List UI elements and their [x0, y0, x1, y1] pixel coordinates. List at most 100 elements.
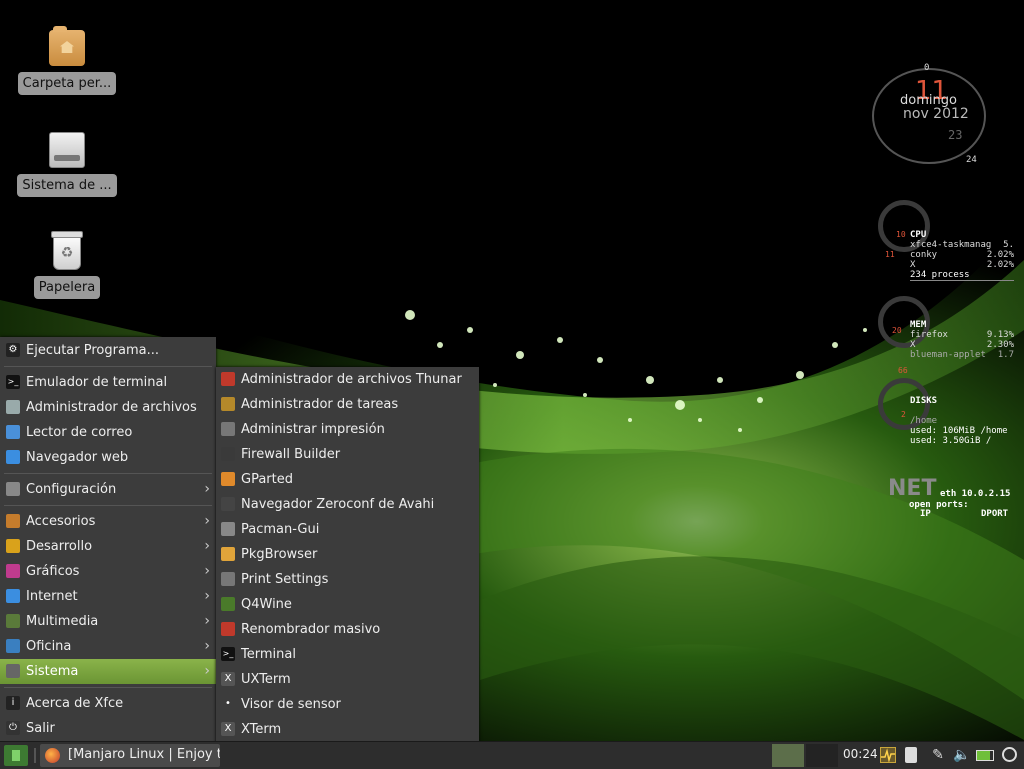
- menu-item-emulador-de-terminal[interactable]: >_ Emulador de terminal: [0, 370, 216, 395]
- menu-item-terminal[interactable]: >_ Terminal: [216, 642, 479, 667]
- net-col-dport: DPORT: [981, 509, 1009, 519]
- conky-clock: 0 11 domingo nov 2012 23 24: [870, 60, 990, 170]
- menu-item-oficina[interactable]: Oficina ›: [0, 634, 216, 659]
- menu-item-label: Configuración: [26, 482, 117, 497]
- menu-item-label: Administrar impresión: [241, 422, 385, 437]
- desktop-icon-filesystem[interactable]: Sistema de ...: [17, 132, 117, 201]
- menu-item-label: Gráficos: [26, 564, 80, 579]
- x-icon: X: [221, 722, 235, 736]
- menu-item-sistema[interactable]: Sistema ›: [0, 659, 216, 684]
- graphics-icon: [6, 564, 20, 578]
- multimedia-icon: [6, 614, 20, 628]
- panel-clock[interactable]: 00:24: [843, 747, 878, 761]
- menu-item-label: Administrador de tareas: [241, 397, 399, 412]
- menu-item-pkgbrowser[interactable]: PkgBrowser: [216, 542, 479, 567]
- chevron-right-icon: ›: [204, 663, 210, 679]
- menu-item-visor-de-sensor[interactable]: • Visor de sensor: [216, 692, 479, 717]
- menu-item-administrar-impresion[interactable]: Administrar impresión: [216, 417, 479, 442]
- menu-item-label: Navegador Zeroconf de Avahi: [241, 497, 435, 512]
- battery-icon[interactable]: [976, 750, 994, 761]
- menu-item-label: Emulador de terminal: [26, 375, 168, 390]
- clock-top-tick: 0: [924, 63, 930, 73]
- menu-item-label: GParted: [241, 472, 293, 487]
- menu-item-multimedia[interactable]: Multimedia ›: [0, 609, 216, 634]
- applications-menu-button[interactable]: [4, 745, 28, 766]
- workspace-1[interactable]: [772, 744, 804, 767]
- net-address: eth 10.0.2.15: [940, 489, 1011, 499]
- desktop-icon-home[interactable]: Carpeta per...: [17, 26, 117, 99]
- menu-item-pacman-gui[interactable]: Pacman-Gui: [216, 517, 479, 542]
- gparted-icon: [221, 472, 235, 486]
- print-settings-icon: [221, 572, 235, 586]
- menu-separator: [4, 473, 212, 474]
- menu-item-label: Multimedia: [26, 614, 99, 629]
- chevron-right-icon: ›: [204, 481, 210, 497]
- menu-item-label: Salir: [26, 721, 55, 736]
- menu-item-gparted[interactable]: GParted: [216, 467, 479, 492]
- conky-disks: 66 2 DISKS /home used: 106MiB /home used…: [876, 366, 1016, 450]
- avahi-icon: [221, 497, 235, 511]
- menu-item-administrador-de-archivos-thunar[interactable]: Administrador de archivos Thunar: [216, 367, 479, 392]
- cpu-ring-label: 10: [896, 230, 906, 239]
- terminal-icon: >_: [6, 375, 20, 389]
- menu-item-navegador-web[interactable]: Navegador web: [0, 445, 216, 470]
- workspace-2[interactable]: [806, 744, 838, 767]
- menu-item-label: Pacman-Gui: [241, 522, 320, 537]
- pacman-icon: [221, 522, 235, 536]
- development-icon: [6, 539, 20, 553]
- disks-row: /home: [910, 416, 938, 426]
- menu-item-q4wine[interactable]: Q4Wine: [216, 592, 479, 617]
- menu-item-ejecutar-programa[interactable]: ⚙ Ejecutar Programa...: [0, 338, 216, 363]
- chevron-right-icon: ›: [204, 513, 210, 529]
- office-icon: [6, 639, 20, 653]
- pkgbrowser-icon: [221, 547, 235, 561]
- sensor-icon: •: [221, 697, 235, 711]
- clock-month-year: nov 2012: [903, 106, 969, 122]
- menu-item-label: Accesorios: [26, 514, 96, 529]
- mem-process-row: X 2.30%: [910, 340, 1014, 350]
- task-manager-icon: [221, 397, 235, 411]
- cpu-process-row: X 2.02%: [910, 260, 1014, 270]
- desktop-icon-trash[interactable]: ♻ Papelera: [17, 231, 117, 303]
- task-manager-icon[interactable]: [880, 747, 896, 763]
- menu-separator: [4, 366, 212, 367]
- menu-item-print-settings[interactable]: Print Settings: [216, 567, 479, 592]
- internet-icon: [6, 589, 20, 603]
- menu-item-acerca-de-xfce[interactable]: i Acerca de Xfce: [0, 691, 216, 716]
- menu-item-salir[interactable]: ⏻ Salir: [0, 716, 216, 741]
- menu-item-label: Acerca de Xfce: [26, 696, 124, 711]
- menu-item-label: Sistema: [26, 664, 79, 679]
- logout-icon: ⏻: [6, 721, 20, 735]
- taskbar: [Manjaro Linux | Enjoy t 00:24 ✎ 🔈: [0, 741, 1024, 769]
- web-browser-icon: [6, 450, 20, 464]
- menu-item-label: Print Settings: [241, 572, 329, 587]
- volume-icon[interactable]: 🔈: [953, 747, 970, 763]
- clipboard-icon[interactable]: [905, 747, 917, 763]
- menu-item-label: UXTerm: [241, 672, 291, 687]
- menu-item-label: Lector de correo: [26, 425, 133, 440]
- menu-separator: [4, 687, 212, 688]
- desktop-icon-label: Papelera: [33, 276, 101, 299]
- taskbar-separator: [34, 748, 36, 763]
- menu-item-uxterm[interactable]: X UXTerm: [216, 667, 479, 692]
- menu-item-xterm[interactable]: X XTerm: [216, 717, 479, 742]
- cpu-process-row: xfce4-taskmanag 5.: [910, 240, 1014, 250]
- menu-item-internet[interactable]: Internet ›: [0, 584, 216, 609]
- task-button-firefox[interactable]: [Manjaro Linux | Enjoy t: [40, 744, 220, 767]
- bluetooth-icon[interactable]: ✎: [930, 747, 946, 763]
- menu-item-configuracion[interactable]: Configuración ›: [0, 477, 216, 502]
- net-open-ports: open ports:: [909, 500, 969, 510]
- menu-item-administrador-de-archivos[interactable]: Administrador de archivos: [0, 395, 216, 420]
- menu-item-firewall-builder[interactable]: Firewall Builder: [216, 442, 479, 467]
- settings-icon: [6, 482, 20, 496]
- menu-item-graficos[interactable]: Gráficos ›: [0, 559, 216, 584]
- menu-item-lector-de-correo[interactable]: Lector de correo: [0, 420, 216, 445]
- power-icon[interactable]: [1002, 747, 1017, 762]
- menu-item-desarrollo[interactable]: Desarrollo ›: [0, 534, 216, 559]
- menu-item-renombrador-masivo[interactable]: Renombrador masivo: [216, 617, 479, 642]
- system-icon: [6, 664, 20, 678]
- cpu-title: CPU: [910, 230, 927, 240]
- menu-item-administrador-de-tareas[interactable]: Administrador de tareas: [216, 392, 479, 417]
- menu-item-accesorios[interactable]: Accesorios ›: [0, 509, 216, 534]
- menu-item-navegador-zeroconf-de-avahi[interactable]: Navegador Zeroconf de Avahi: [216, 492, 479, 517]
